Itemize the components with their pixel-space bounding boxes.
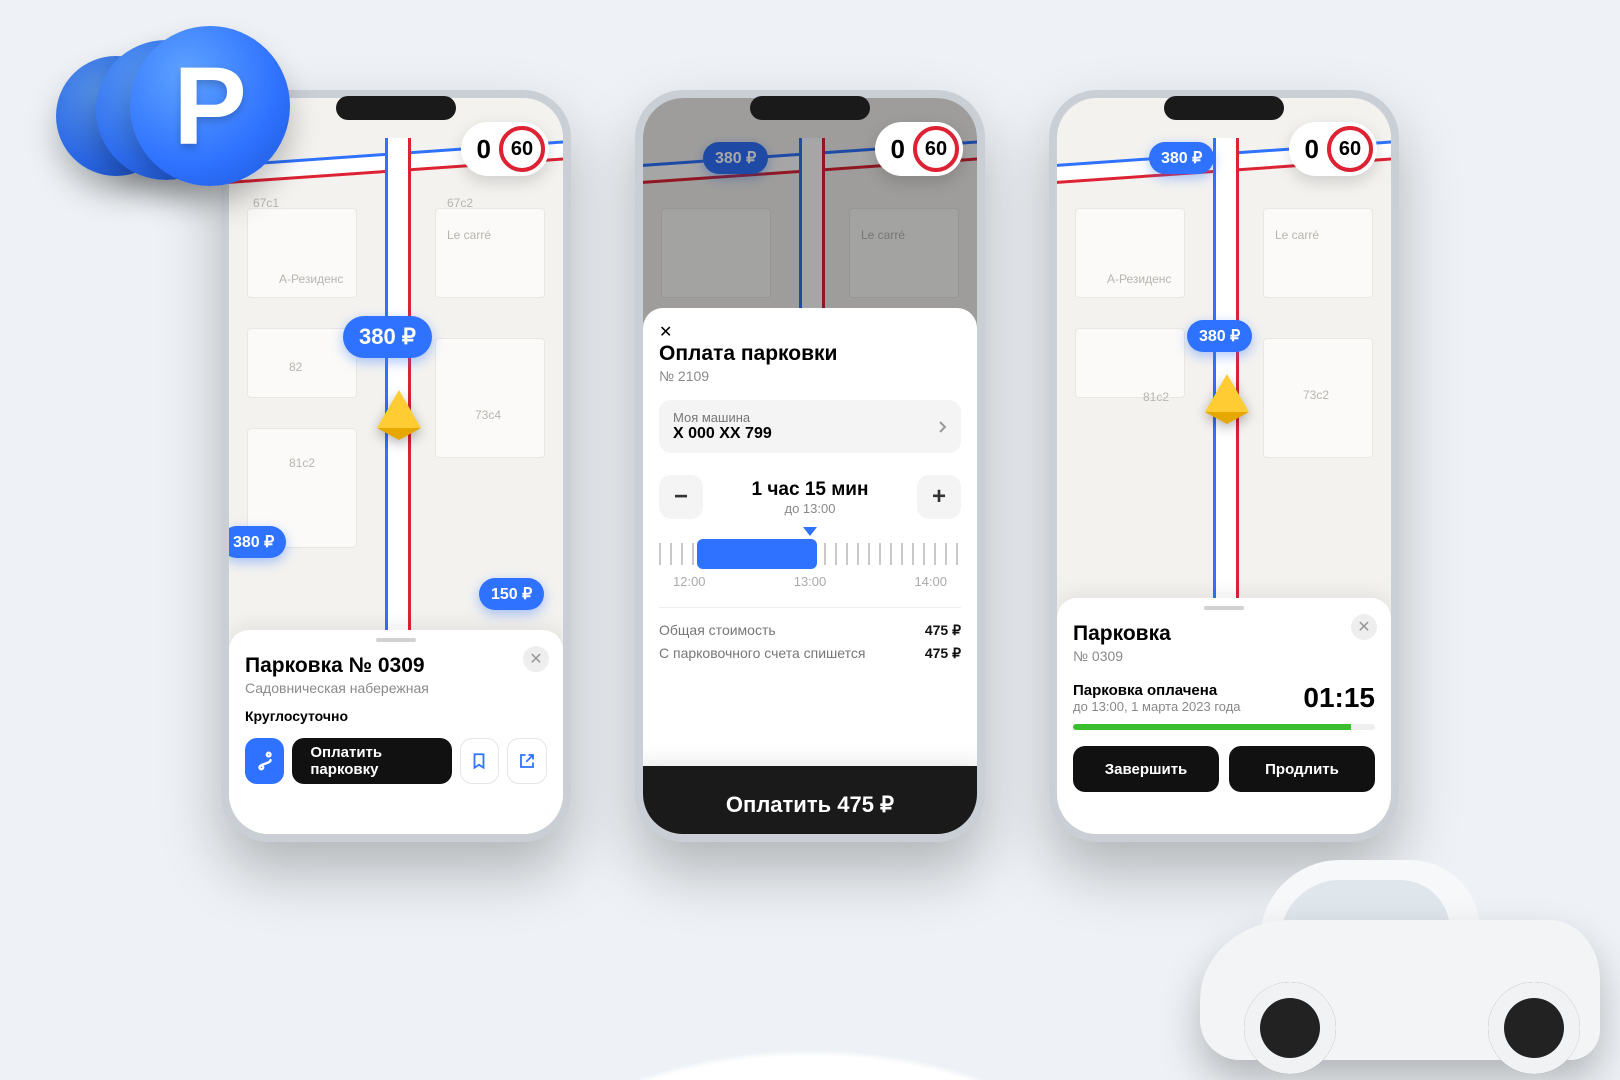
price-pill-main[interactable]: 380 ₽ bbox=[343, 316, 432, 358]
duration-value: 1 час 15 мин bbox=[752, 479, 869, 501]
pay-parking-button[interactable]: Оплатить парковку bbox=[292, 738, 451, 784]
time-ruler[interactable]: 12:00 13:00 14:00 bbox=[659, 539, 961, 589]
ruler-label: 13:00 bbox=[794, 574, 827, 589]
location-cursor-icon bbox=[1205, 374, 1249, 412]
building-label: 82 bbox=[289, 360, 302, 374]
progress-bar bbox=[1073, 724, 1375, 730]
payment-sheet[interactable]: ✕ Оплата парковки № 2109 Моя машина X 00… bbox=[643, 308, 977, 834]
speed-limit-icon: 60 bbox=[499, 126, 545, 172]
location-cursor-icon bbox=[377, 390, 421, 428]
paid-until: до 13:00, 1 марта 2023 года bbox=[1073, 699, 1241, 714]
share-icon bbox=[518, 752, 536, 770]
route-button[interactable] bbox=[245, 738, 284, 784]
debit-label: С парковочного счета спишется bbox=[659, 645, 865, 662]
building-label: 73c2 bbox=[1303, 388, 1329, 402]
active-parking-sheet[interactable]: ✕ Парковка № 0309 Парковка оплачена до 1… bbox=[1057, 598, 1391, 834]
speed-widget: 0 60 bbox=[1289, 122, 1377, 176]
chevron-right-icon bbox=[937, 420, 947, 434]
price-pill[interactable]: 380 ₽ bbox=[229, 526, 286, 558]
open-hours: Круглосуточно bbox=[245, 708, 547, 724]
phone-payment: Le carré 380 ₽ 0 60 ✕ Оплата парковки № … bbox=[635, 90, 985, 842]
building-label: 73c4 bbox=[475, 408, 501, 422]
debit-value: 475 ₽ bbox=[925, 645, 961, 662]
plus-button[interactable]: + bbox=[917, 475, 961, 519]
speed-current: 0 bbox=[1305, 134, 1319, 165]
building-label: 81c2 bbox=[289, 456, 315, 470]
ruler-selection[interactable] bbox=[697, 539, 817, 569]
sheet-handle-icon[interactable] bbox=[376, 638, 416, 642]
route-icon bbox=[254, 750, 276, 772]
sheet-subtitle: Садовническая набережная bbox=[245, 680, 547, 696]
speed-current: 0 bbox=[477, 134, 491, 165]
bookmark-button[interactable] bbox=[460, 738, 500, 784]
car-illustration bbox=[1160, 820, 1620, 1080]
speed-widget: 0 60 bbox=[461, 122, 549, 176]
ruler-label: 12:00 bbox=[673, 574, 706, 589]
sheet-handle-icon[interactable] bbox=[1204, 606, 1244, 610]
minus-button[interactable]: − bbox=[659, 475, 703, 519]
share-button[interactable] bbox=[507, 738, 547, 784]
phone-notch bbox=[336, 96, 456, 120]
price-pill[interactable]: 150 ₽ bbox=[479, 578, 544, 610]
close-button[interactable]: ✕ bbox=[1351, 614, 1377, 640]
sheet-title: Парковка bbox=[1073, 622, 1375, 646]
ruler-indicator-icon bbox=[803, 527, 817, 536]
sheet-title: Оплата парковки bbox=[659, 342, 961, 366]
poi-label: Le carré bbox=[1275, 228, 1319, 242]
cost-summary: Общая стоимость 475 ₽ С парковочного счет… bbox=[659, 607, 961, 662]
cost-label: Общая стоимость bbox=[659, 622, 776, 639]
price-pill[interactable]: 380 ₽ bbox=[1149, 142, 1214, 174]
paid-status: Парковка оплачена bbox=[1073, 682, 1241, 699]
speed-current: 0 bbox=[891, 134, 905, 165]
extend-button[interactable]: Продлить bbox=[1229, 746, 1375, 792]
building-label: 81c2 bbox=[1143, 390, 1169, 404]
car-label: Моя машина bbox=[673, 410, 772, 425]
phone-notch bbox=[750, 96, 870, 120]
duration-until: до 13:00 bbox=[752, 501, 869, 516]
speed-widget: 0 60 bbox=[875, 122, 963, 176]
duration-stepper: − 1 час 15 мин до 13:00 + bbox=[659, 475, 961, 519]
sheet-subtitle: № 2109 bbox=[659, 368, 961, 384]
close-button[interactable]: ✕ bbox=[659, 322, 961, 342]
close-button[interactable]: ✕ bbox=[523, 646, 549, 672]
building-label: 67c2 bbox=[447, 196, 473, 210]
building-label: 67c1 bbox=[253, 196, 279, 210]
car-plate: X 000 XX 799 bbox=[673, 425, 772, 443]
timer: 01:15 bbox=[1303, 682, 1375, 714]
poi-label: А-Резиденс bbox=[279, 272, 343, 286]
cost-value: 475 ₽ bbox=[925, 622, 961, 639]
bookmark-icon bbox=[470, 752, 488, 770]
pay-button[interactable]: Оплатить 475 ₽ bbox=[643, 766, 977, 834]
phone-notch bbox=[1164, 96, 1284, 120]
sheet-subtitle: № 0309 bbox=[1073, 648, 1375, 664]
phone-parking-active: А-Резиденс Le carré 81c2 73c2 380 ₽ 380 … bbox=[1049, 90, 1399, 842]
finish-button[interactable]: Завершить bbox=[1073, 746, 1219, 792]
speed-limit-icon: 60 bbox=[1327, 126, 1373, 172]
car-selector[interactable]: Моя машина X 000 XX 799 bbox=[659, 400, 961, 453]
sheet-title: Парковка № 0309 bbox=[245, 654, 547, 678]
parking-info-sheet[interactable]: ✕ Парковка № 0309 Садовническая набережн… bbox=[229, 630, 563, 834]
ruler-label: 14:00 bbox=[914, 574, 947, 589]
phone-parking-info: 67c1 67c2 А-Резиденс Le carré 82 81c2 73… bbox=[221, 90, 571, 842]
poi-label: А-Резиденс bbox=[1107, 272, 1171, 286]
poi-label: Le carré bbox=[447, 228, 491, 242]
speed-limit-icon: 60 bbox=[913, 126, 959, 172]
price-pill[interactable]: 380 ₽ bbox=[1187, 320, 1252, 352]
